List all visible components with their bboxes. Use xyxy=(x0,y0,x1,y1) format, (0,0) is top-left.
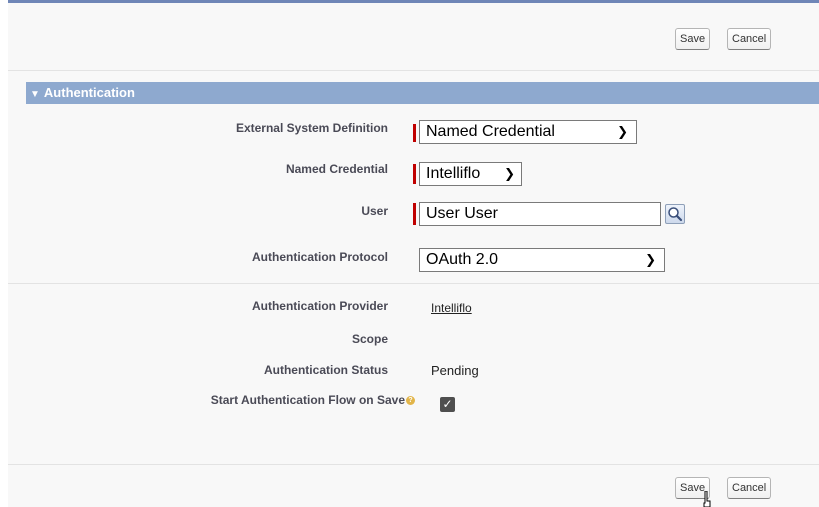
required-indicator xyxy=(413,203,416,225)
check-icon: ✓ xyxy=(442,397,453,411)
divider-middle xyxy=(8,283,819,284)
authentication-provider-label: Authentication Provider xyxy=(251,299,388,313)
authentication-status-label: Authentication Status xyxy=(263,363,388,377)
external-system-definition-value: Named Credential xyxy=(426,123,555,140)
named-credential-value: Intelliflo xyxy=(426,165,481,182)
magnifier-icon[interactable] xyxy=(665,204,685,224)
chevron-down-icon: ❯ xyxy=(645,252,656,267)
authentication-protocol-select[interactable]: OAuth 2.0 ❯ xyxy=(419,248,665,272)
named-credential-label: Named Credential xyxy=(285,162,388,176)
cancel-button-bottom[interactable]: Cancel xyxy=(727,477,772,499)
save-button-top[interactable]: Save xyxy=(675,28,711,50)
help-icon[interactable]: ? xyxy=(406,396,415,406)
authentication-status-value: Pending xyxy=(431,363,479,378)
section-header-authentication[interactable]: ▼ Authentication xyxy=(26,82,819,104)
authentication-provider-link[interactable]: Intelliflo xyxy=(431,301,472,315)
external-system-definition-select[interactable]: Named Credential ❯ xyxy=(419,120,637,144)
collapse-triangle-icon[interactable]: ▼ xyxy=(30,89,40,100)
section-title: Authentication xyxy=(43,85,135,100)
start-auth-flow-label: Start Authentication Flow on Save? xyxy=(15,393,415,407)
required-indicator xyxy=(413,164,416,184)
start-auth-flow-checkbox[interactable]: ✓ xyxy=(440,397,455,412)
divider-top xyxy=(8,70,819,71)
scope-label: Scope xyxy=(351,332,388,346)
start-auth-flow-label-text: Start Authentication Flow on Save xyxy=(210,393,405,407)
authentication-protocol-value: OAuth 2.0 xyxy=(426,251,499,268)
chevron-down-icon: ❯ xyxy=(504,166,515,181)
required-indicator xyxy=(413,124,416,142)
external-system-definition-label: External System Definition xyxy=(235,121,388,135)
divider-bottom xyxy=(8,464,819,465)
hand-cursor-icon xyxy=(703,491,711,507)
user-input[interactable]: User User xyxy=(419,202,661,226)
named-credential-select[interactable]: Intelliflo ❯ xyxy=(419,162,522,186)
authentication-protocol-label: Authentication Protocol xyxy=(252,250,388,264)
user-label: User xyxy=(361,204,388,218)
cancel-button-top[interactable]: Cancel xyxy=(727,28,772,50)
chevron-down-icon: ❯ xyxy=(617,124,628,139)
